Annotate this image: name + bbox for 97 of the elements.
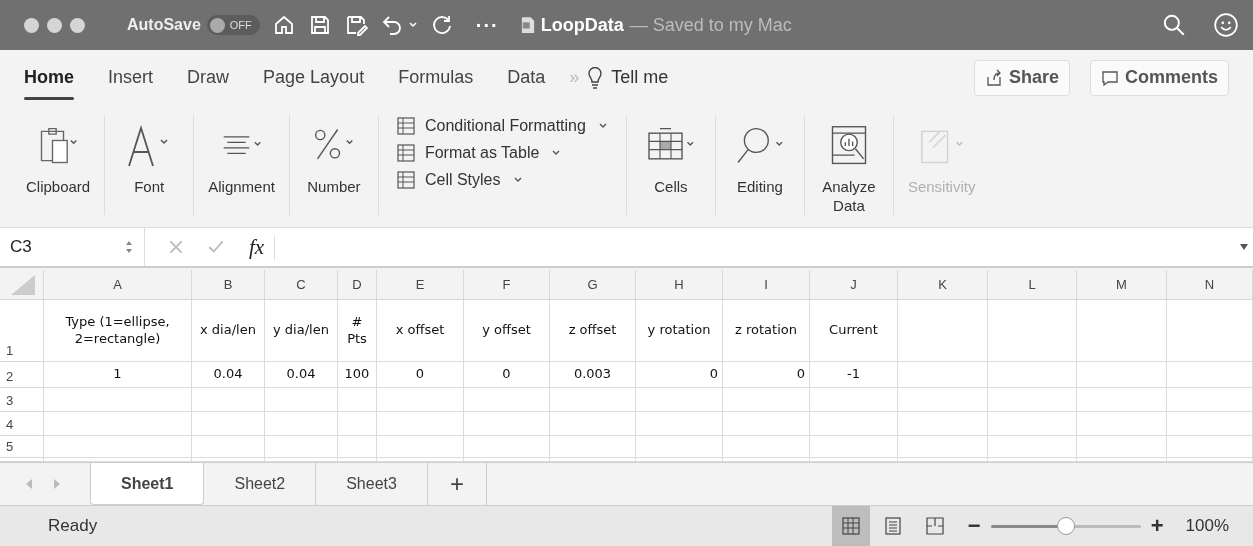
styles-menu-item[interactable]: Cell Styles [396,171,608,189]
column-header[interactable]: N [1167,270,1253,300]
ribbon-tab[interactable]: Data [507,50,546,105]
column-header[interactable]: G [550,270,636,300]
analyze-group-button[interactable]: Analyze Data [804,105,893,227]
table-cell: x offset [377,300,464,362]
ribbon-tab[interactable]: Draw [187,50,230,105]
sheet-tab[interactable]: Sheet3 [316,463,428,505]
tell-me-search[interactable]: Tell me [611,67,669,88]
clipboard-group-button[interactable]: Clipboard [12,105,105,227]
status-text: Ready [48,516,98,536]
column-header[interactable]: K [898,270,988,300]
column-header[interactable]: M [1077,270,1167,300]
comments-button[interactable]: Comments [1090,59,1229,96]
slider-thumb[interactable] [1056,517,1075,535]
table-cell [338,388,377,412]
column-header[interactable]: B [192,270,265,300]
table-style-icon [396,171,415,189]
table-cell: 0 [464,362,550,388]
table-cell [338,436,377,458]
function-button[interactable]: fx [249,234,276,260]
table-cell: y rotation [636,300,723,362]
search-icon[interactable] [1161,12,1187,38]
column-header[interactable]: E [377,270,464,300]
table-cell: 0 [723,362,810,388]
row-header[interactable]: 1 [0,300,44,362]
table-style-icon [396,144,415,162]
ribbon-tab[interactable]: Home [24,50,74,105]
table-cell [338,412,377,436]
sheet-tab[interactable]: Sheet2 [204,463,317,505]
page-icon [883,517,902,535]
font-group-button[interactable]: Font [105,105,194,227]
cancel-icon[interactable] [167,238,185,256]
autosave-label: AutoSave [127,16,201,34]
row-header[interactable]: 4 [0,412,44,436]
share-button[interactable]: Share [973,59,1070,96]
table-cell: Current [810,300,898,362]
ribbon-tab[interactable]: Page Layout [263,50,365,105]
zoom-button[interactable] [70,17,85,33]
row-header[interactable]: 5 [0,436,44,458]
table-cell: -1 [810,362,898,388]
sheet-tab[interactable]: Sheet1 [90,463,205,505]
number-group-button[interactable]: Number [289,105,378,227]
add-sheet-button[interactable]: + [427,463,487,505]
smiley-icon[interactable] [1213,12,1239,38]
column-header[interactable]: A [44,270,192,300]
table-cell: y offset [464,300,550,362]
table-style-icon [396,117,415,135]
cells-group-button[interactable]: Cells [626,105,715,227]
document-title: LoopData [540,14,624,36]
table-cell: z offset [550,300,636,362]
row-header[interactable]: 2 [0,362,44,388]
table-cell: x dia/len [192,300,265,362]
column-header[interactable]: C [265,270,338,300]
editing-group-button[interactable]: Editing [715,105,804,227]
comment-icon [1101,68,1119,87]
lightbulb-icon [587,66,604,89]
ribbon-tab[interactable]: Formulas [398,50,474,105]
minimize-button[interactable] [47,17,62,33]
alignment-group-button[interactable]: Alignment [194,105,289,227]
column-header[interactable]: J [810,270,898,300]
table-cell: 0.04 [265,362,338,388]
column-header[interactable]: F [464,270,550,300]
table-cell: z rotation [723,300,810,362]
table-cell: 0.003 [550,362,636,388]
stepper-icon[interactable] [124,239,134,255]
table-cell: Type (1=ellipse, 2=rectangle) [44,300,192,362]
zoom-out-button[interactable]: − [967,513,981,539]
zoom-level: 100% [1185,516,1229,536]
styles-menu-item[interactable]: Conditional Formatting [396,117,608,135]
zoom-in-button[interactable]: + [1150,513,1164,539]
column-header[interactable]: L [988,270,1077,300]
table-cell: y dia/len [265,300,338,362]
close-button[interactable] [24,17,39,33]
table-cell: 100 [338,362,377,388]
normal-view-button[interactable] [831,506,870,546]
column-header[interactable]: H [636,270,723,300]
column-header[interactable]: D [338,270,377,300]
styles-menu-item[interactable]: Format as Table [396,144,608,162]
row-header[interactable]: 3 [0,388,44,412]
caret-icon[interactable] [407,20,418,30]
grid-icon [841,517,860,535]
checkmark-icon[interactable] [207,238,225,256]
zoom-slider[interactable] [990,517,1141,535]
table-cell: 1 [44,362,192,388]
share-icon [984,68,1003,87]
more-button[interactable]: ··· [475,13,499,37]
table-cell: # Pts [338,300,377,362]
autosave-toggle[interactable]: OFF [206,15,260,35]
table-cell: 0 [636,362,723,388]
caret-icon[interactable] [1239,242,1249,252]
document-icon [520,16,535,34]
table-cell: 0.04 [192,362,265,388]
ribbon-tab[interactable]: Insert [108,50,154,105]
column-header[interactable]: I [723,270,810,300]
table-cell: 0 [377,362,464,388]
page-break-icon [925,517,944,535]
